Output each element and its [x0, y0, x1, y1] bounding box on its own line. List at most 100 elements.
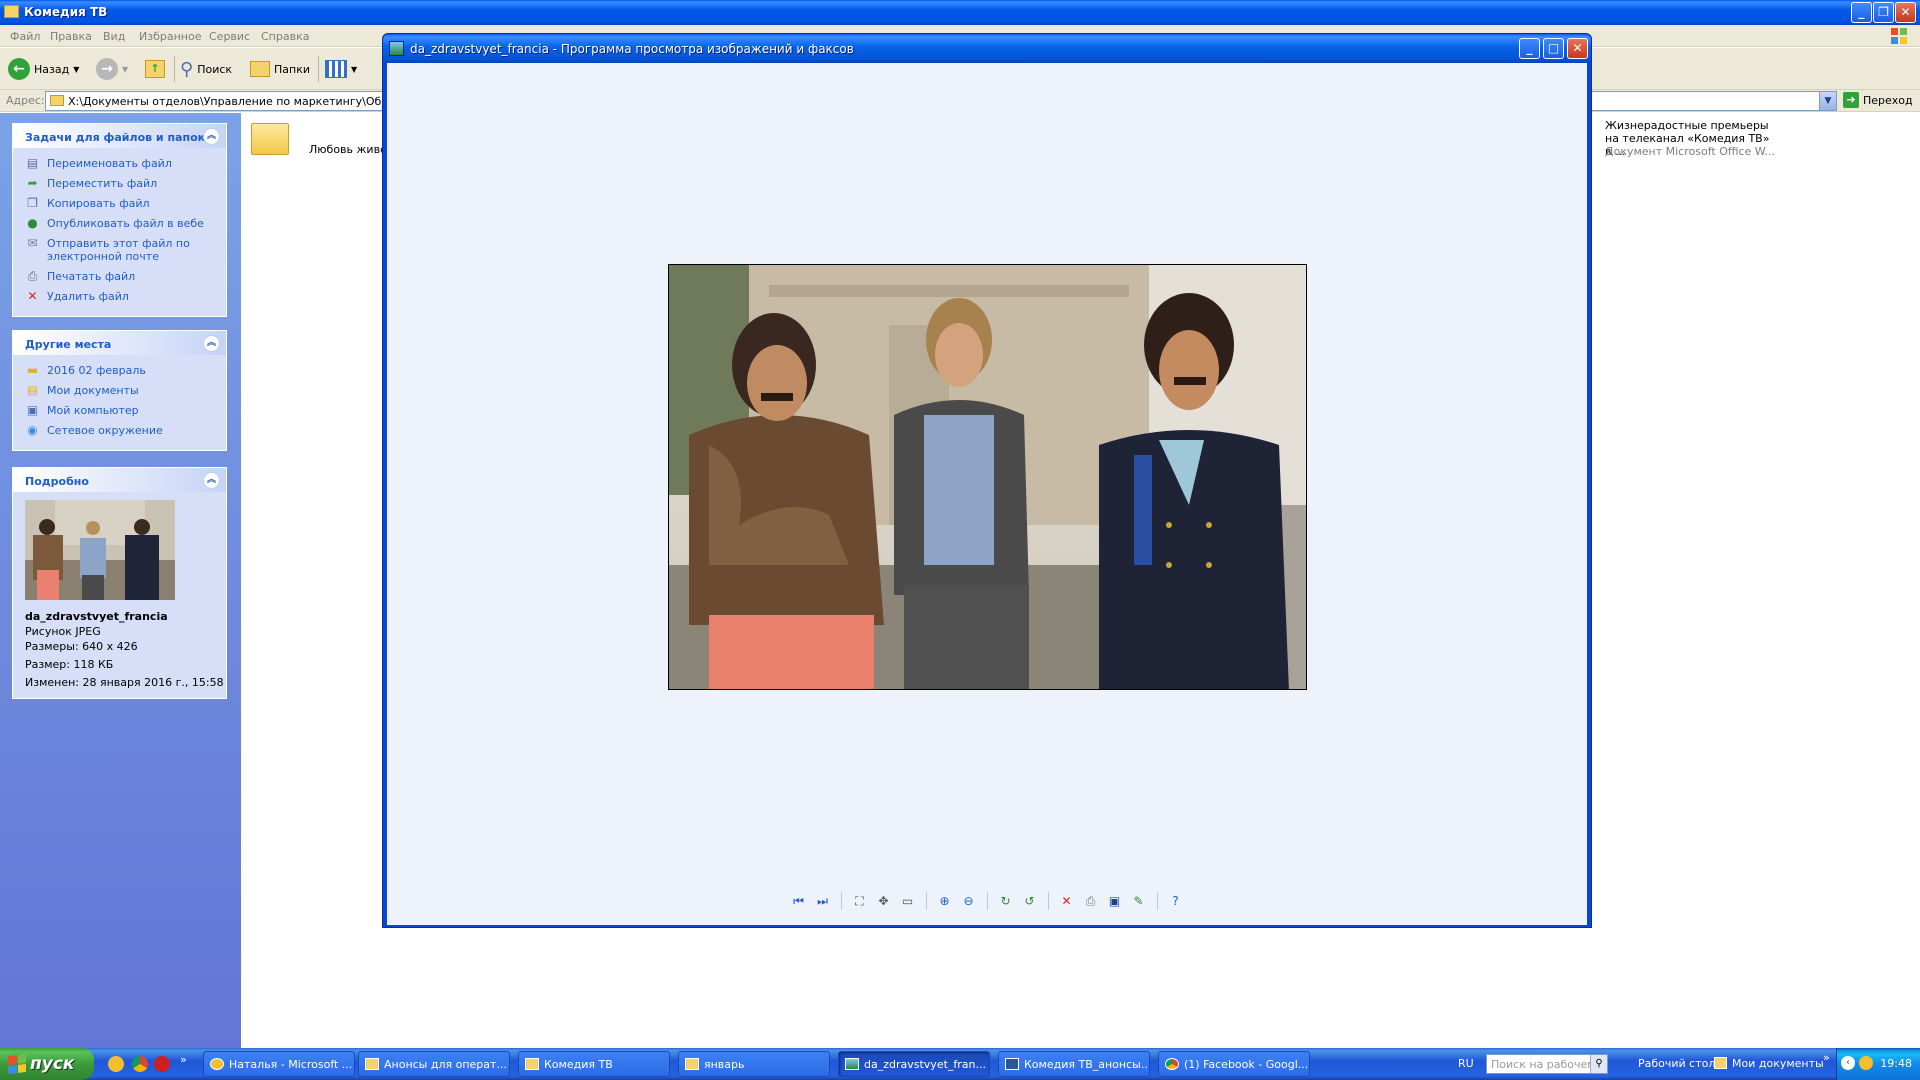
- viewer-titlebar[interactable]: da_zdravstvyet_francia - Программа просм…: [383, 34, 1591, 63]
- panel-header[interactable]: Подробно ︽: [13, 468, 226, 492]
- views-button[interactable]: ▼: [325, 56, 357, 82]
- maximize-button[interactable]: □: [1543, 38, 1564, 59]
- task-copy[interactable]: ❐ Копировать файл: [25, 196, 226, 211]
- place-folder[interactable]: ▬ 2016 02 февраль: [25, 364, 226, 378]
- help-icon[interactable]: ?: [1167, 892, 1185, 910]
- quicklaunch-more-icon[interactable]: »: [180, 1053, 187, 1066]
- place-label: 2016 02 февраль: [47, 364, 146, 377]
- taskbar-button[interactable]: январь: [678, 1051, 830, 1077]
- menu-view[interactable]: Вид: [103, 30, 125, 43]
- image-viewer-window: da_zdravstvyet_francia - Программа просм…: [382, 33, 1592, 928]
- address-dropdown-icon[interactable]: ▼: [1819, 92, 1836, 110]
- taskbar-button[interactable]: (1) Facebook - Googl...: [1158, 1051, 1310, 1077]
- panel-header[interactable]: Другие места ︽: [13, 331, 226, 355]
- menu-favorites[interactable]: Избранное: [139, 30, 201, 43]
- system-tray: ‹ 19:48: [1836, 1048, 1920, 1080]
- task-label: Опубликовать файл в вебе: [47, 217, 204, 230]
- go-button[interactable]: ➜ Переход: [1843, 92, 1913, 108]
- copy-icon: ❐: [27, 196, 38, 210]
- dropdown-arrow-icon[interactable]: ▼: [351, 65, 357, 74]
- folders-label: Папки: [274, 62, 310, 76]
- task-pane: Задачи для файлов и папок ︽ ▤ Переименова…: [0, 113, 241, 1048]
- displayed-photo[interactable]: [668, 264, 1307, 690]
- detail-filename: da_zdravstvyet_francia: [25, 610, 168, 623]
- task-label: Переименовать файл: [47, 157, 172, 170]
- taskbar-button[interactable]: Анонсы для операт...: [358, 1051, 510, 1077]
- next-image-icon[interactable]: ⏭: [814, 892, 832, 910]
- forward-button[interactable]: → ▼: [96, 56, 128, 82]
- my-documents-icon: [1714, 1057, 1727, 1069]
- chrome-icon[interactable]: [132, 1056, 148, 1072]
- my-documents-icon: ▤: [26, 383, 39, 397]
- print-icon[interactable]: ⎙: [1082, 892, 1100, 910]
- dropdown-arrow-icon[interactable]: ▼: [122, 65, 128, 74]
- actual-size-icon[interactable]: ✥: [875, 892, 893, 910]
- place-network[interactable]: ◉ Сетевое окружение: [25, 423, 226, 438]
- zoom-out-icon[interactable]: ⊖: [960, 892, 978, 910]
- menu-tools[interactable]: Сервис: [209, 30, 250, 43]
- taskbar-button-active[interactable]: da_zdravstvyet_fran...: [838, 1051, 990, 1077]
- task-rename[interactable]: ▤ Переименовать файл: [25, 157, 226, 171]
- search-icon[interactable]: ⚲: [1590, 1055, 1607, 1073]
- taskbar-button[interactable]: Наталья - Microsoft ...: [203, 1051, 355, 1077]
- network-icon: ◉: [27, 423, 38, 437]
- menu-edit[interactable]: Правка: [50, 30, 92, 43]
- collapse-icon[interactable]: ︽: [203, 335, 220, 352]
- delete-icon[interactable]: ✕: [1058, 892, 1076, 910]
- clock[interactable]: 19:48: [1880, 1057, 1912, 1070]
- go-arrow-icon: ➜: [1843, 92, 1859, 108]
- task-move[interactable]: ➦ Переместить файл: [25, 177, 226, 191]
- slideshow-icon[interactable]: ▭: [899, 892, 917, 910]
- toolbar-more-icon[interactable]: »: [1823, 1051, 1830, 1064]
- close-button[interactable]: ✕: [1895, 2, 1916, 23]
- rotate-counterclockwise-icon[interactable]: ↺: [1021, 892, 1039, 910]
- task-label: Переместить файл: [47, 177, 158, 190]
- minimize-button[interactable]: _: [1851, 2, 1872, 23]
- collapse-icon[interactable]: ︽: [203, 128, 220, 145]
- folders-icon: [250, 61, 270, 77]
- messenger-icon[interactable]: [108, 1056, 124, 1072]
- panel-header[interactable]: Задачи для файлов и папок ︽: [13, 124, 226, 148]
- restore-button[interactable]: ❐: [1873, 2, 1894, 23]
- messenger-tray-icon[interactable]: [1859, 1056, 1873, 1070]
- menu-file[interactable]: Файл: [10, 30, 40, 43]
- go-label: Переход: [1863, 93, 1913, 107]
- start-button[interactable]: пуск: [0, 1048, 94, 1080]
- save-icon[interactable]: ▣: [1106, 892, 1124, 910]
- edit-icon[interactable]: ✎: [1130, 892, 1148, 910]
- toolbar-separator: [1156, 892, 1158, 910]
- task-delete[interactable]: ✕ Удалить файл: [25, 290, 226, 304]
- place-label: Мои документы: [47, 384, 139, 397]
- folders-button[interactable]: Папки: [250, 56, 310, 82]
- my-documents-link[interactable]: Мои документы: [1732, 1057, 1824, 1070]
- close-button[interactable]: ✕: [1567, 38, 1588, 59]
- back-button[interactable]: ← Назад ▼: [8, 56, 79, 82]
- show-hidden-icons-icon[interactable]: ‹: [1841, 1056, 1855, 1070]
- taskbar-button[interactable]: Комедия ТВ_анонсы...: [998, 1051, 1150, 1077]
- opera-icon[interactable]: [154, 1056, 170, 1072]
- explorer-titlebar[interactable]: Комедия ТВ _ ❐ ✕: [0, 0, 1920, 25]
- up-folder-button[interactable]: ↑: [145, 56, 165, 82]
- task-email[interactable]: ✉ Отправить этот файл по электронной почт…: [25, 237, 226, 264]
- place-my-computer[interactable]: ▣ Мой компьютер: [25, 404, 226, 418]
- dropdown-arrow-icon[interactable]: ▼: [73, 65, 79, 74]
- language-indicator[interactable]: RU: [1458, 1057, 1474, 1070]
- viewer-title: da_zdravstvyet_francia - Программа просм…: [410, 42, 854, 56]
- zoom-in-icon[interactable]: ⊕: [936, 892, 954, 910]
- task-print[interactable]: ⎙ Печатать файл: [25, 270, 226, 284]
- detail-modified: Изменен: 28 января 2016 г., 15:58: [25, 676, 224, 689]
- desktop-toolbar-link[interactable]: Рабочий стол: [1638, 1057, 1715, 1070]
- previous-image-icon[interactable]: ⏮: [790, 892, 808, 910]
- place-my-documents[interactable]: ▤ Мои документы: [25, 383, 226, 398]
- minimize-button[interactable]: _: [1519, 38, 1540, 59]
- best-fit-icon[interactable]: ⛶: [851, 892, 869, 910]
- task-label: da_zdravstvyet_fran...: [864, 1057, 986, 1071]
- rotate-clockwise-icon[interactable]: ↻: [997, 892, 1015, 910]
- taskbar-button[interactable]: Комедия ТВ: [518, 1051, 670, 1077]
- collapse-icon[interactable]: ︽: [203, 472, 220, 489]
- image-thumbnail: [25, 500, 175, 600]
- task-publish[interactable]: ● Опубликовать файл в вебе: [25, 217, 226, 231]
- task-label: Копировать файл: [47, 197, 150, 210]
- menu-help[interactable]: Справка: [261, 30, 309, 43]
- search-button[interactable]: ⚲ Поиск: [180, 56, 232, 82]
